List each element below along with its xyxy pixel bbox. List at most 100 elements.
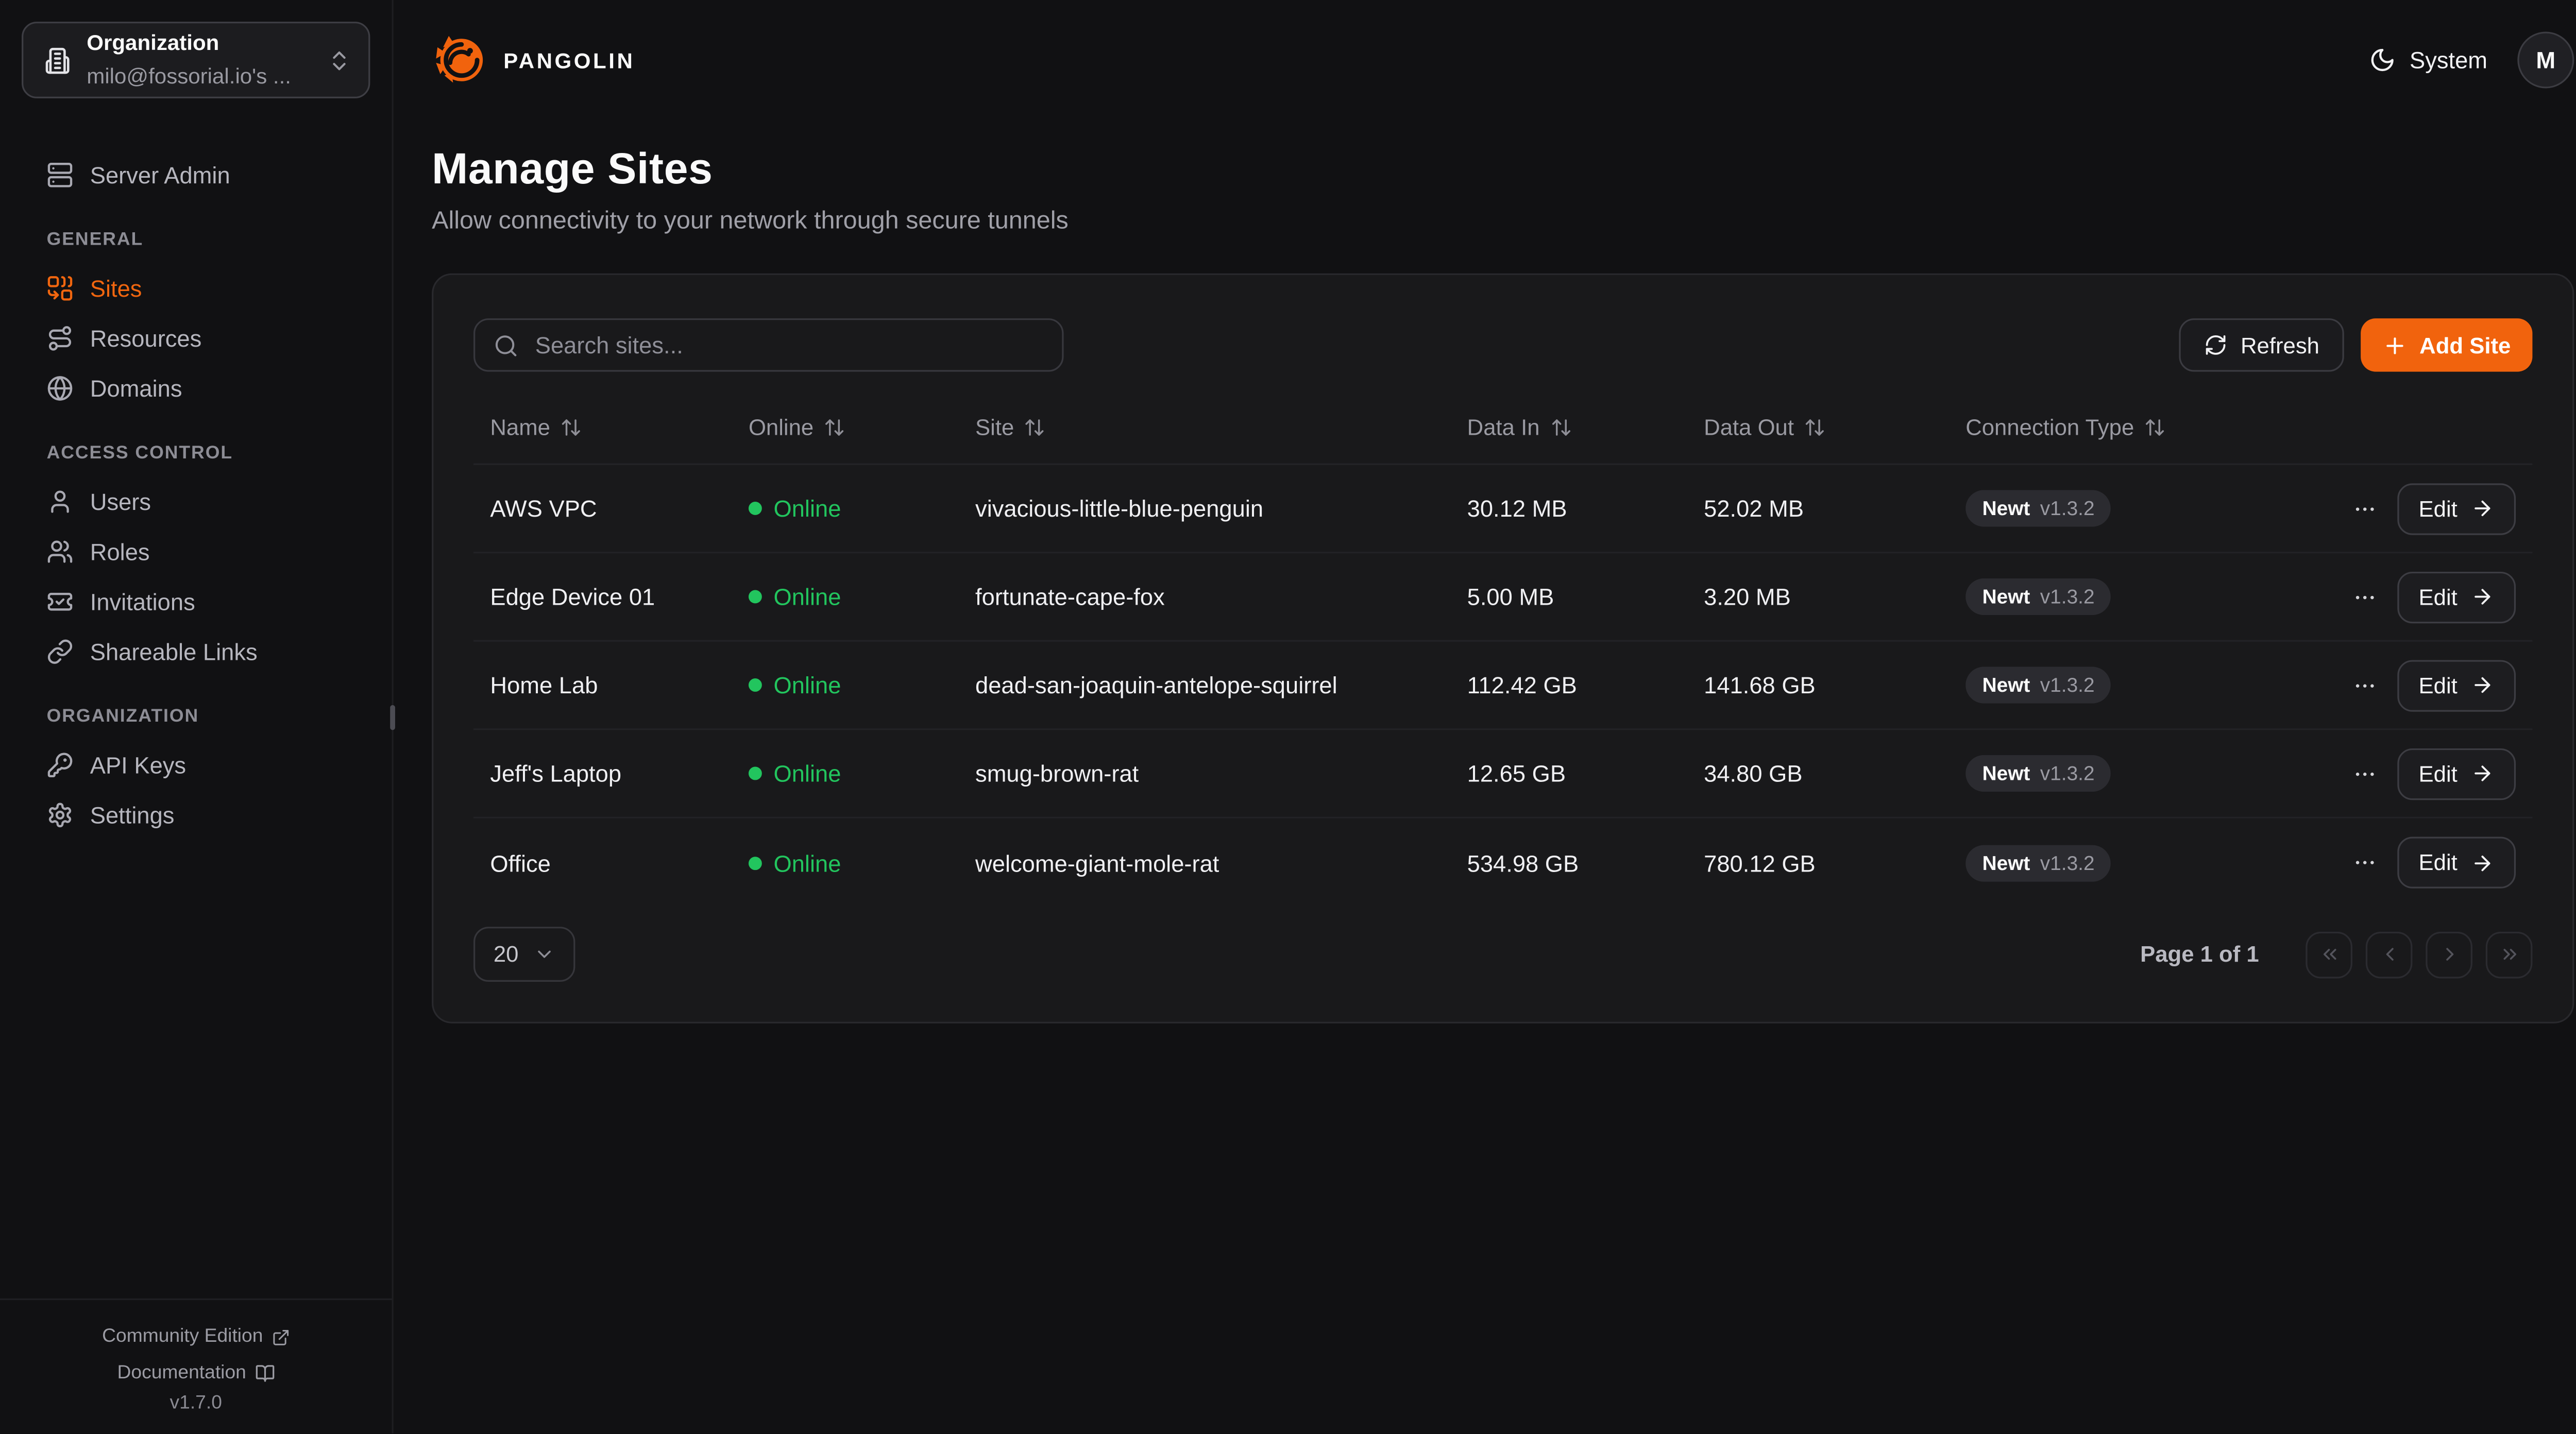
data-in-cell: 5.00 MB: [1467, 584, 1704, 610]
last-page-button[interactable]: [2486, 931, 2533, 978]
sidebar-item-roles[interactable]: Roles: [22, 527, 370, 577]
org-switcher[interactable]: Organization milo@fossorial.io's ...: [22, 22, 370, 98]
app-version: v1.7.0: [16, 1394, 375, 1414]
sort-icon: [2144, 416, 2166, 437]
column-header-data-in[interactable]: Data In: [1467, 414, 1704, 439]
pagination: Page 1 of 1: [2140, 931, 2532, 978]
documentation-link[interactable]: Documentation: [16, 1356, 375, 1392]
column-header-name[interactable]: Name: [490, 414, 749, 439]
avatar[interactable]: M: [2517, 31, 2574, 88]
community-edition-link[interactable]: Community Edition: [16, 1319, 375, 1356]
row-menu-button[interactable]: [2352, 761, 2377, 786]
row-menu-button[interactable]: [2352, 673, 2377, 698]
row-actions-cell: Edit: [2371, 659, 2516, 711]
column-header-site[interactable]: Site: [975, 414, 1467, 439]
edit-button[interactable]: Edit: [2397, 483, 2516, 534]
sidebar-item-label: Invitations: [90, 588, 195, 615]
sites-card: Refresh Add Site Name Online: [432, 274, 2574, 1023]
sort-icon: [560, 416, 582, 437]
site-status-cell: Online: [749, 584, 975, 610]
edit-button[interactable]: Edit: [2397, 836, 2516, 888]
sites-table: Name Online Site Data In: [473, 390, 2532, 907]
app-logo: PANGOLIN: [432, 31, 635, 88]
edit-button-label: Edit: [2419, 496, 2458, 521]
sidebar-item-api-keys[interactable]: API Keys: [22, 740, 370, 790]
refresh-button[interactable]: Refresh: [2179, 318, 2344, 372]
site-id-cell: vivacious-little-blue-penguin: [975, 495, 1467, 522]
arrow-right-icon: [2471, 673, 2494, 696]
column-header-online[interactable]: Online: [749, 414, 975, 439]
column-header-connection-type[interactable]: Connection Type: [1965, 414, 2370, 439]
status-badge: Online: [773, 584, 841, 610]
external-link-icon: [272, 1328, 290, 1347]
sidebar-item-label: Settings: [90, 802, 175, 829]
edit-button[interactable]: Edit: [2397, 571, 2516, 622]
online-dot-icon: [749, 856, 762, 869]
chevrons-left-icon: [2318, 944, 2340, 965]
sidebar-item-settings[interactable]: Settings: [22, 790, 370, 840]
sidebar-item-domains[interactable]: Domains: [22, 363, 370, 413]
theme-toggle-button[interactable]: System: [2369, 47, 2487, 74]
edit-button-label: Edit: [2419, 584, 2458, 609]
first-page-button[interactable]: [2306, 931, 2352, 978]
edit-button-label: Edit: [2419, 761, 2458, 786]
page-size-select[interactable]: 20: [473, 927, 575, 982]
connection-version: v1.3.2: [2040, 673, 2095, 696]
search-input[interactable]: [532, 330, 1045, 360]
sidebar-item-sites[interactable]: Sites: [22, 263, 370, 313]
book-open-icon: [255, 1364, 275, 1384]
sidebar-item-label: Roles: [90, 538, 150, 565]
site-name-cell: Jeff's Laptop: [490, 760, 749, 787]
sidebar-item-label: Sites: [90, 275, 142, 302]
org-switcher-label: Organization: [87, 30, 219, 55]
connection-type-cell: Newt v1.3.2: [1965, 755, 2370, 792]
connection-name: Newt: [1982, 762, 2030, 785]
row-menu-button[interactable]: [2352, 496, 2377, 521]
edit-button[interactable]: Edit: [2397, 747, 2516, 799]
ellipsis-icon: [2352, 496, 2377, 521]
connection-name: Newt: [1982, 673, 2030, 696]
site-name-cell: Office: [490, 849, 749, 876]
chevron-right-icon: [2438, 944, 2460, 965]
search-box: [473, 318, 1064, 372]
plus-icon: [2383, 333, 2408, 358]
row-menu-button[interactable]: [2352, 850, 2377, 875]
previous-page-button[interactable]: [2366, 931, 2413, 978]
sidebar-item-shareable-links[interactable]: Shareable Links: [22, 627, 370, 677]
arrow-right-icon: [2471, 497, 2494, 520]
add-site-button[interactable]: Add Site: [2361, 318, 2533, 372]
connection-name: Newt: [1982, 585, 2030, 608]
column-header-label: Connection Type: [1965, 414, 2134, 439]
sidebar-item-users[interactable]: Users: [22, 476, 370, 526]
next-page-button[interactable]: [2426, 931, 2472, 978]
add-site-button-label: Add Site: [2419, 333, 2511, 358]
server-icon: [47, 162, 74, 189]
column-header-data-out[interactable]: Data Out: [1704, 414, 1965, 439]
site-name-cell: Edge Device 01: [490, 584, 749, 610]
logo-wordmark: PANGOLIN: [503, 47, 635, 73]
sidebar-item-label: Resources: [90, 325, 202, 352]
ellipsis-icon: [2352, 673, 2377, 698]
table-row: Home Lab Online dead-san-joaquin-antelop…: [473, 642, 2532, 730]
page-title: Manage Sites: [432, 143, 2574, 195]
edit-button[interactable]: Edit: [2397, 659, 2516, 711]
sidebar-item-label: Users: [90, 488, 151, 515]
table-row: AWS VPC Online vivacious-little-blue-pen…: [473, 465, 2532, 554]
arrow-right-icon: [2471, 585, 2494, 608]
section-label-organization: ORGANIZATION: [47, 707, 367, 727]
sidebar-item-invitations[interactable]: Invitations: [22, 577, 370, 627]
sort-icon: [1550, 416, 1571, 437]
row-menu-button[interactable]: [2352, 584, 2377, 609]
topbar-right: System M: [2369, 31, 2574, 88]
section-label-access-control: ACCESS CONTROL: [47, 443, 367, 464]
site-status-cell: Online: [749, 760, 975, 787]
building-icon: [43, 46, 72, 74]
sidebar-item-label: API Keys: [90, 752, 186, 778]
sidebar-item-label: Domains: [90, 375, 182, 402]
status-badge: Online: [773, 849, 841, 876]
connection-type-badge: Newt v1.3.2: [1965, 755, 2111, 792]
sidebar-resize-handle[interactable]: [390, 705, 395, 730]
table-row: Jeff's Laptop Online smug-brown-rat 12.6…: [473, 730, 2532, 818]
sidebar-item-resources[interactable]: Resources: [22, 313, 370, 363]
sidebar-item-server-admin[interactable]: Server Admin: [22, 150, 370, 200]
